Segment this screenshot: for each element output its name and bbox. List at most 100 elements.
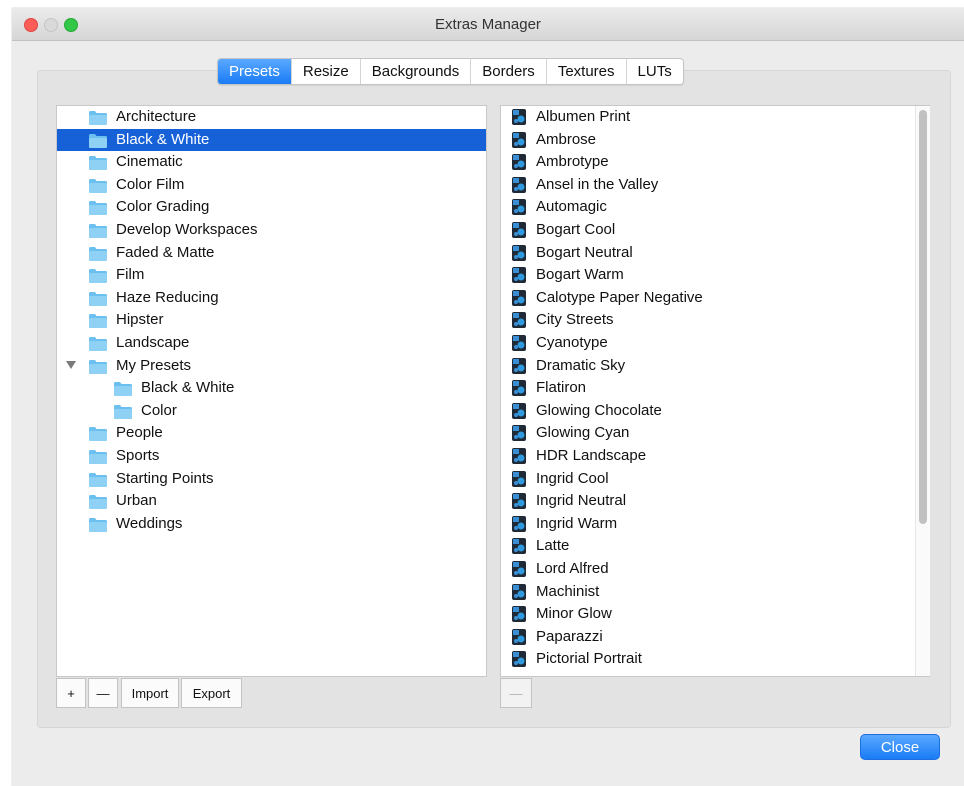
preset-list-item[interactable]: Glowing Cyan xyxy=(501,422,913,444)
tree-folder-row[interactable]: Architecture xyxy=(57,106,486,128)
preset-list-item[interactable]: Latte xyxy=(501,535,913,557)
preset-icon xyxy=(512,244,526,261)
preset-list-item[interactable]: Machinist xyxy=(501,581,913,603)
tree-folder-row[interactable]: Black & White xyxy=(57,128,486,151)
tree-folder-row[interactable]: Haze Reducing xyxy=(57,287,486,309)
preset-list-item[interactable]: Ambrotype xyxy=(501,151,913,173)
preset-icon xyxy=(512,109,526,125)
preset-icon xyxy=(512,289,526,306)
preset-icon xyxy=(512,425,526,442)
tab-backgrounds[interactable]: Backgrounds xyxy=(359,59,471,84)
preset-list-item[interactable]: Bogart Warm xyxy=(501,264,913,286)
preset-list-item[interactable]: City Streets xyxy=(501,309,913,331)
preset-label: Cyanotype xyxy=(536,334,608,351)
scrollbar-thumb[interactable] xyxy=(919,110,927,524)
tree-folder-row[interactable]: Urban xyxy=(57,490,486,512)
preset-label: Paparazzi xyxy=(536,627,603,645)
preset-icon xyxy=(512,651,526,668)
folder-icon xyxy=(89,359,107,374)
preset-icon xyxy=(512,335,526,351)
tree-folder-label: Film xyxy=(116,266,145,284)
tree-folder-row[interactable]: Hipster xyxy=(57,309,486,331)
preset-label: Bogart Neutral xyxy=(536,243,633,261)
tree-subfolder-row[interactable]: Color xyxy=(57,400,486,422)
preset-list-item[interactable]: Ambrose xyxy=(501,129,913,151)
preset-list-item[interactable]: Ansel in the Valley xyxy=(501,174,913,196)
preset-list-item[interactable]: Albumen Print xyxy=(501,106,913,128)
preset-label: Minor Glow xyxy=(536,605,612,623)
disclosure-triangle-icon[interactable] xyxy=(66,360,76,369)
close-button[interactable]: Close xyxy=(860,734,940,760)
tab-textures[interactable]: Textures xyxy=(545,59,626,84)
preset-label: Pictorial Portrait xyxy=(536,650,642,668)
preset-list-item[interactable]: Lord Alfred xyxy=(501,558,913,580)
preset-list-scrollbar[interactable] xyxy=(915,106,930,676)
preset-list-item[interactable]: Dramatic Sky xyxy=(501,355,913,377)
import-button[interactable]: Import xyxy=(121,678,179,708)
tree-folder-label: Starting Points xyxy=(116,469,214,487)
preset-icon xyxy=(512,628,526,645)
tree-folder-row[interactable]: Develop Workspaces xyxy=(57,219,486,241)
preset-list-item[interactable]: Bogart Cool xyxy=(501,219,913,241)
tree-folder-label: Hipster xyxy=(116,311,164,329)
tree-folder-row[interactable]: Color Film xyxy=(57,174,486,196)
preset-icon xyxy=(512,561,526,577)
preset-label: Lord Alfred xyxy=(536,560,609,577)
tree-folder-row[interactable]: People xyxy=(57,422,486,444)
preset-icon xyxy=(512,357,526,374)
preset-list-item[interactable]: Ingrid Cool xyxy=(501,468,913,490)
preset-list-item[interactable]: Flatiron xyxy=(501,377,913,399)
tree-subfolder-row[interactable]: Black & White xyxy=(57,377,486,399)
tree-folder-row[interactable]: Weddings xyxy=(57,513,486,535)
tree-folder-label: Sports xyxy=(116,447,160,464)
tree-folder-row[interactable]: Color Grading xyxy=(57,196,486,218)
preset-label: Ambrotype xyxy=(536,153,609,171)
tree-folder-row[interactable]: Sports xyxy=(57,445,486,467)
tree-folder-row[interactable]: Landscape xyxy=(57,332,486,354)
preset-icon xyxy=(512,583,526,600)
remove-preset-button[interactable]: — xyxy=(500,678,532,708)
folder-icon xyxy=(89,314,107,329)
tab-presets[interactable]: Presets xyxy=(218,59,291,84)
tree-folder-row[interactable]: Faded & Matte xyxy=(57,242,486,264)
title-bar: Extras Manager xyxy=(12,8,964,41)
preset-label: Ingrid Neutral xyxy=(536,492,627,510)
preset-list-item[interactable]: Paparazzi xyxy=(501,626,913,648)
tree-folder-label: Landscape xyxy=(116,334,190,351)
preset-list-item[interactable]: Cyanotype xyxy=(501,332,913,354)
tree-folder-row[interactable]: My Presets xyxy=(57,355,486,377)
extras-manager-window: Extras Manager Presets Resize Background… xyxy=(12,8,964,786)
preset-label: Albumen Print xyxy=(536,108,631,125)
tab-borders[interactable]: Borders xyxy=(470,59,546,84)
preset-list-item[interactable]: Ingrid Neutral xyxy=(501,490,913,512)
preset-icon xyxy=(512,199,526,216)
preset-list-item[interactable]: Minor Glow xyxy=(501,603,913,625)
folder-icon xyxy=(89,337,107,351)
preset-list-item[interactable]: Bogart Neutral xyxy=(501,242,913,264)
tab-resize[interactable]: Resize xyxy=(290,59,360,84)
tree-folder-row[interactable]: Film xyxy=(57,264,486,286)
preset-label: Ingrid Cool xyxy=(536,469,609,487)
preset-icon xyxy=(512,222,526,238)
preset-icon xyxy=(512,448,526,464)
remove-folder-button[interactable]: — xyxy=(88,678,118,708)
tree-folder-label: Color Grading xyxy=(116,198,210,216)
export-button[interactable]: Export xyxy=(181,678,242,708)
tree-folder-row[interactable]: Starting Points xyxy=(57,468,486,490)
folder-icon xyxy=(89,450,107,464)
tree-folder-row[interactable]: Cinematic xyxy=(57,151,486,173)
folder-icon xyxy=(89,495,107,510)
preset-list-item[interactable]: Pictorial Portrait xyxy=(501,648,913,670)
add-folder-button[interactable]: + xyxy=(56,678,86,708)
preset-list-item[interactable]: Calotype Paper Negative xyxy=(501,287,913,309)
preset-list-item[interactable]: Glowing Chocolate xyxy=(501,400,913,422)
folder-icon xyxy=(89,201,107,216)
tab-luts[interactable]: LUTs xyxy=(625,59,683,84)
preset-list-item[interactable]: Ingrid Warm xyxy=(501,513,913,535)
folder-icon xyxy=(89,472,107,487)
preset-list-item[interactable]: HDR Landscape xyxy=(501,445,913,467)
preset-label: Dramatic Sky xyxy=(536,356,626,374)
preset-list-item[interactable]: Automagic xyxy=(501,196,913,218)
preset-label: Flatiron xyxy=(536,379,587,397)
preset-icon xyxy=(512,380,526,397)
